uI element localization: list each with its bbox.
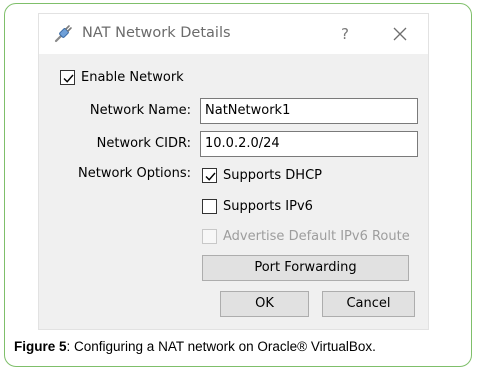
close-button[interactable] <box>389 23 411 45</box>
network-name-label: Network Name: <box>89 103 191 118</box>
dialog-title: NAT Network Details <box>82 25 231 41</box>
cancel-button[interactable]: Cancel <box>322 291 415 317</box>
network-cidr-input[interactable]: 10.0.2.0/24 <box>200 131 418 157</box>
supports-ipv6-checkbox[interactable] <box>202 199 217 214</box>
network-cidr-label: Network CIDR: <box>96 136 191 151</box>
supports-ipv6-label: Supports IPv6 <box>223 199 313 214</box>
port-forwarding-button[interactable]: Port Forwarding <box>202 255 409 281</box>
network-cable-icon <box>53 24 73 44</box>
figure-caption-text: : Configuring a NAT network on Oracle® V… <box>66 339 376 354</box>
advertise-ipv6-route-label: Advertise Default IPv6 Route <box>223 229 410 244</box>
enable-network-label: Enable Network <box>81 70 184 85</box>
ok-button[interactable]: OK <box>220 291 309 317</box>
checkmark-icon <box>63 74 74 83</box>
supports-dhcp-checkbox[interactable] <box>202 168 217 183</box>
help-button[interactable]: ? <box>336 23 354 45</box>
advertise-ipv6-route-checkbox <box>202 229 217 244</box>
close-icon <box>393 27 407 41</box>
figure-caption: Figure 5: Configuring a NAT network on O… <box>14 339 376 354</box>
network-name-input[interactable]: NatNetwork1 <box>200 98 418 124</box>
nat-network-details-dialog: NAT Network Details ? Enable Network Net… <box>38 13 429 330</box>
dialog-titlebar: NAT Network Details ? <box>39 14 428 54</box>
supports-dhcp-label: Supports DHCP <box>223 168 322 183</box>
checkmark-icon <box>205 172 216 181</box>
network-options-label: Network Options: <box>78 166 191 181</box>
figure-caption-label: Figure 5 <box>14 339 67 354</box>
enable-network-checkbox[interactable] <box>60 70 75 85</box>
